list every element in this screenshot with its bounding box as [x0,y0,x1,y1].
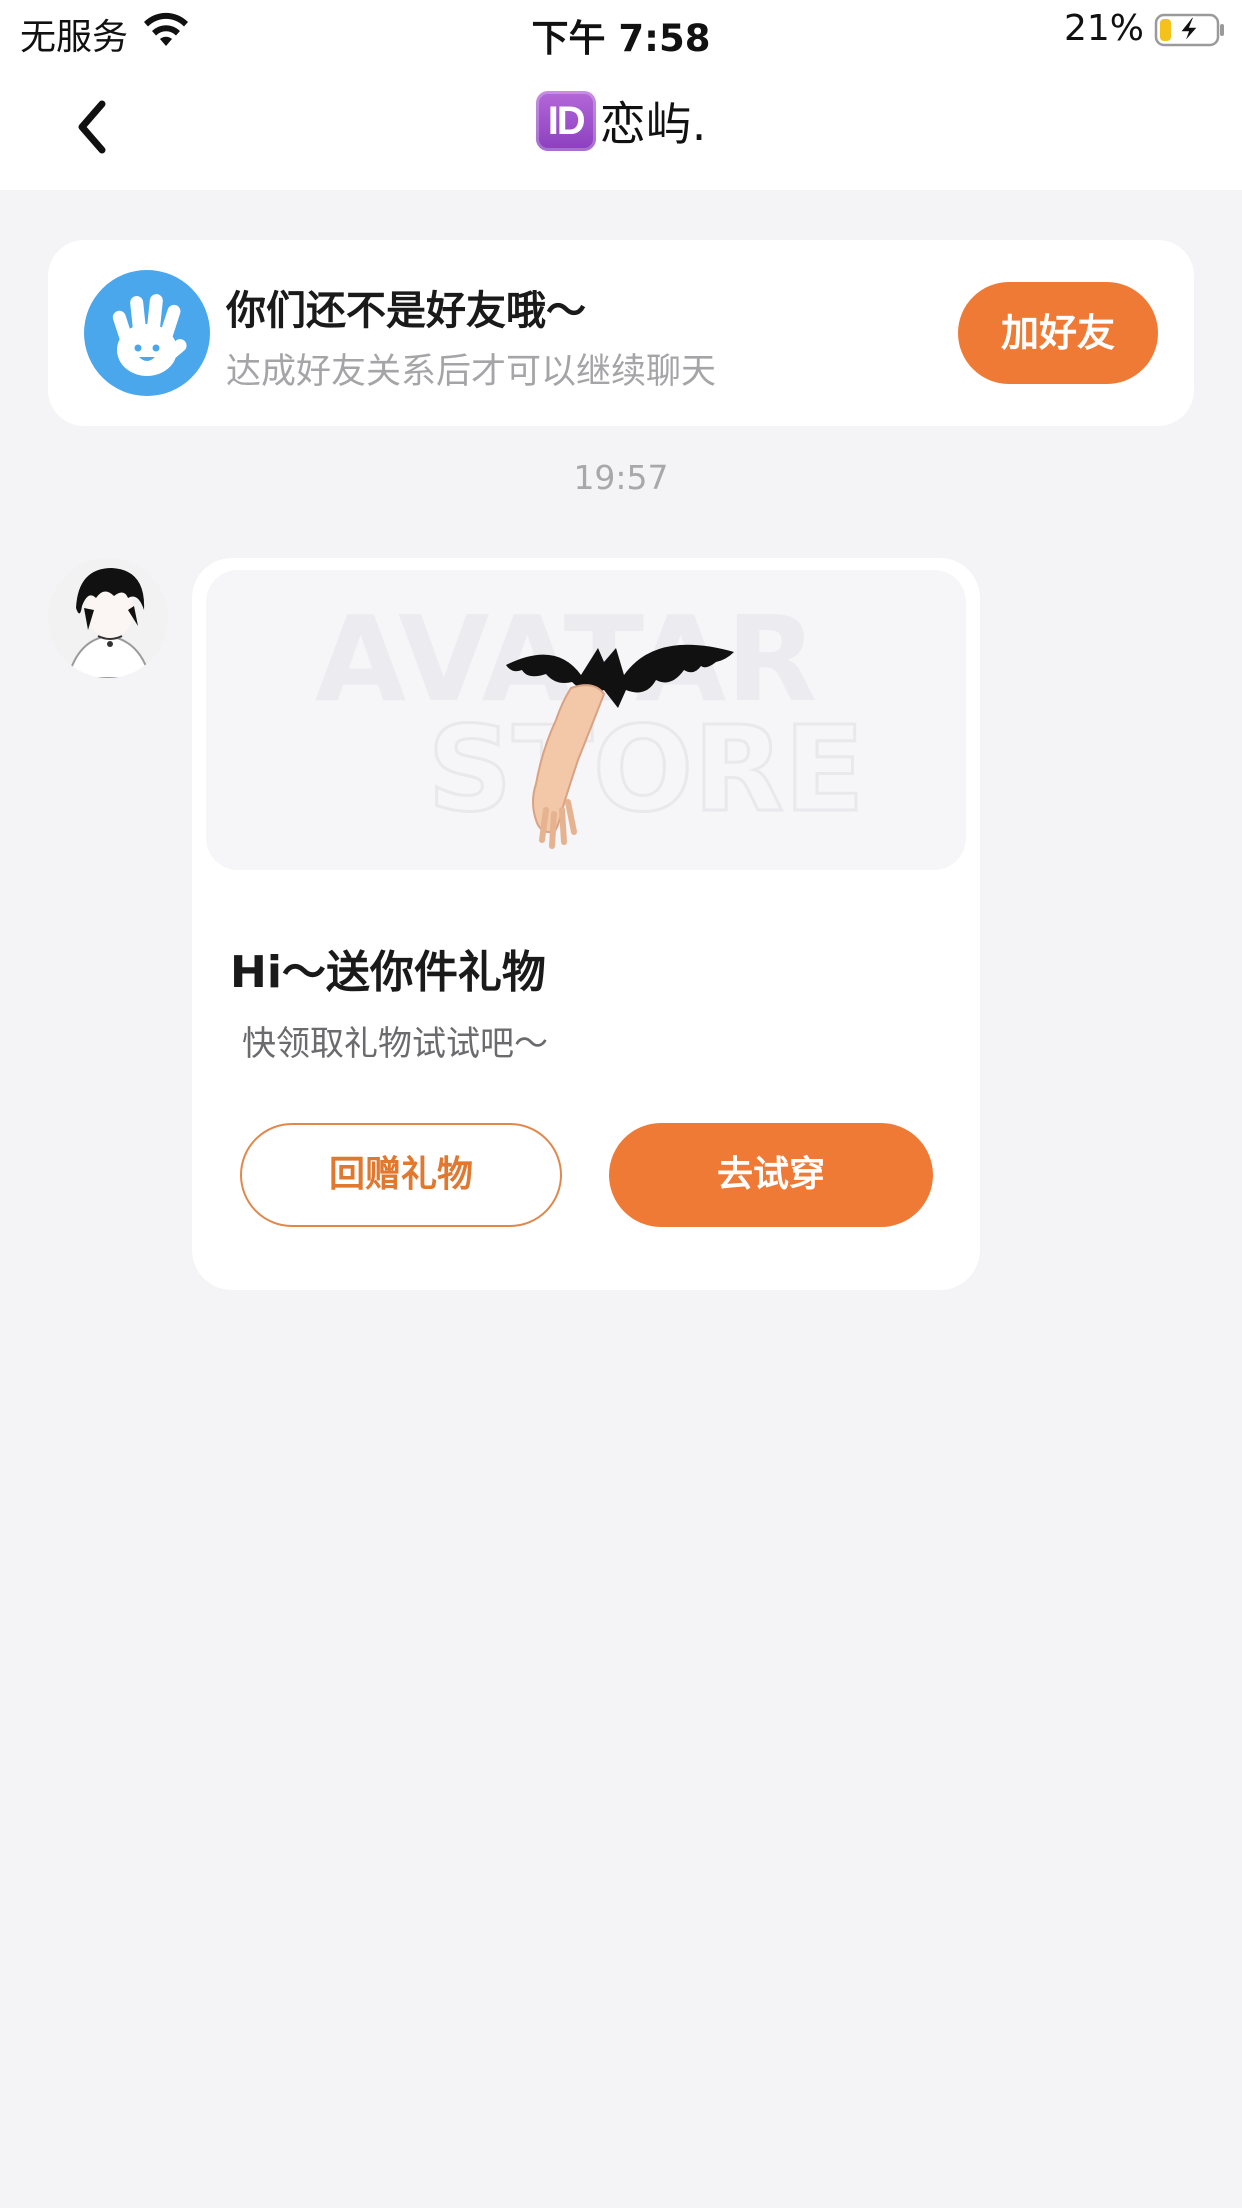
try-on-button[interactable]: 去试穿 [609,1123,933,1227]
banner-subtitle: 达成好友关系后才可以继续聊天 [226,352,717,392]
id-badge-icon: ID [535,91,596,151]
status-time: 下午 7:58 [531,17,711,60]
banner-title: 你们还不是好友哦～ [226,288,586,334]
chat-partner-name: 恋屿. [599,97,707,151]
waving-hand-avatar-icon [84,270,210,396]
gift-title: Hi～送你件礼物 [230,947,546,998]
message-timestamp: 19:57 [573,458,669,497]
watermark-line2: STORE [427,700,864,838]
gift-preview-image[interactable]: AVATAR STORE [206,570,966,870]
nav-bar: ID 恋屿. [0,64,1242,190]
gift-subtitle: 快领取礼物试试吧～ [242,1024,548,1064]
add-friend-button[interactable]: 加好友 [958,282,1158,384]
page-title: ID 恋屿. [0,88,1242,154]
anime-character-avatar-icon [48,558,168,678]
battery-percent: 21% [1063,8,1144,49]
return-gift-button[interactable]: 回赠礼物 [240,1123,562,1227]
gift-message-card: AVATAR STORE Hi～送你件礼物 快领取礼物试试吧～ 回赠礼物 去试穿 [192,558,980,1290]
battery-charging-icon [1154,13,1224,47]
not-friends-banner: 你们还不是好友哦～ 达成好友关系后才可以继续聊天 加好友 [48,240,1194,426]
sender-avatar[interactable] [48,558,168,678]
status-bar: 无服务 下午 7:58 21% [0,0,1242,64]
